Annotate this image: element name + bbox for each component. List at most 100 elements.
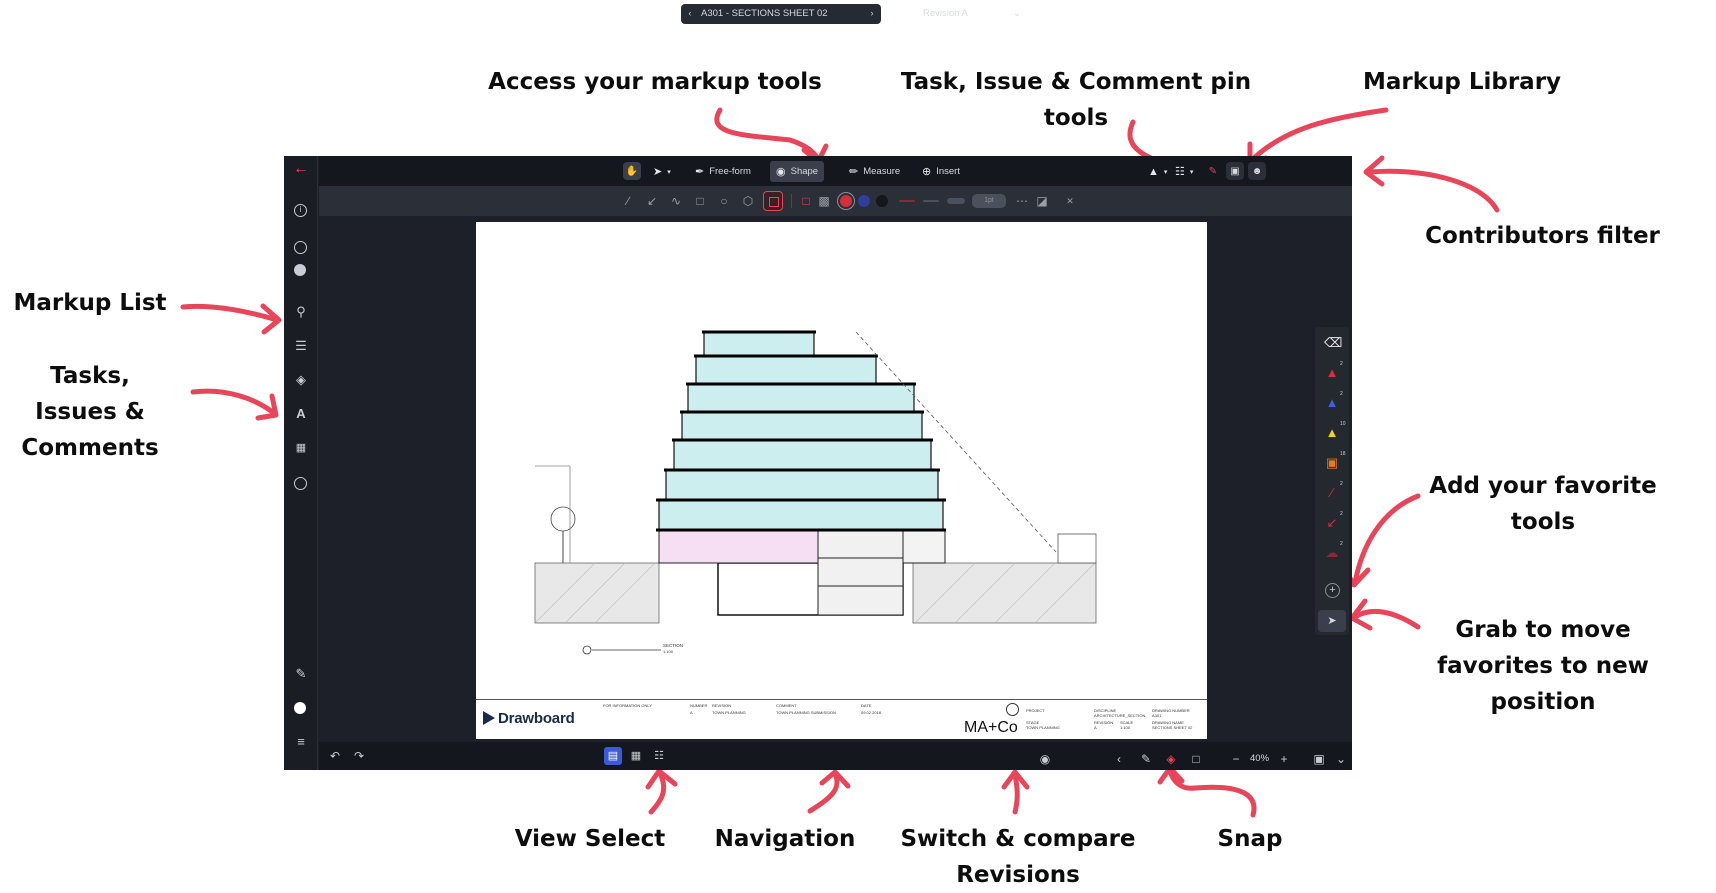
revision-select[interactable]: Revision A ⌄ <box>923 4 1025 24</box>
pan-tool-button[interactable]: ✋ <box>623 162 641 180</box>
scale-value: 1:100 <box>1120 725 1131 730</box>
previous-sheet-icon[interactable]: ‹ <box>683 4 697 24</box>
markup-library-button[interactable]: ☷ ▾ <box>1169 161 1199 182</box>
red-arrow-icon[interactable]: ↙ <box>1324 515 1340 531</box>
floor-2 <box>665 469 939 501</box>
drawing-sheet[interactable]: SECTION 1:100 Drawboard FOR INFORMATION … <box>476 222 1207 739</box>
line-style-thin[interactable] <box>923 200 939 202</box>
shape-tool-button[interactable]: ◉ Shape <box>770 161 825 182</box>
divider <box>791 194 792 208</box>
signature-icon[interactable]: ✎ <box>293 667 309 683</box>
black-swatch[interactable] <box>876 195 888 207</box>
title-block: Drawboard FOR INFORMATION ONLY NUMBER RE… <box>476 699 1207 739</box>
arrow-line-icon[interactable]: ↙ <box>645 194 659 208</box>
page-icon[interactable]: □ <box>1188 751 1204 767</box>
pencil-icon[interactable]: ✎ <box>1138 751 1154 767</box>
line-style-red[interactable] <box>899 200 915 202</box>
add-favorite-button[interactable]: + <box>1325 583 1340 598</box>
single-page-view-button[interactable]: ▤ <box>604 747 622 765</box>
blue-swatch[interactable] <box>858 195 870 207</box>
stack-icon[interactable]: ≡ <box>293 735 309 751</box>
insert-tool-button[interactable]: ⊕ Insert <box>916 161 966 182</box>
rectangle-icon[interactable]: □ <box>693 194 707 208</box>
line-icon[interactable]: ∕ <box>621 194 635 208</box>
eraser-icon[interactable]: ⌫ <box>1324 335 1342 351</box>
undo-icon[interactable]: ↶ <box>327 748 343 764</box>
label-snap: Snap <box>1217 826 1283 852</box>
more-options-icon[interactable]: ⌄ <box>1333 751 1349 767</box>
opacity-icon[interactable]: ◪ <box>1035 194 1049 208</box>
compare-revisions-icon[interactable]: ◉ <box>1037 751 1053 767</box>
select-tool-button[interactable]: ➤ ▾ <box>647 161 677 182</box>
red-line-icon[interactable]: ∕ <box>1324 485 1340 501</box>
label-switch-compare: Switch & compare Revisions <box>900 826 1136 888</box>
zoom-in-icon[interactable]: + <box>1276 751 1292 767</box>
favorite-badge: 2 <box>1340 391 1343 397</box>
blue-shape-icon[interactable]: ▲ <box>1324 395 1340 411</box>
previous-icon[interactable]: ‹ <box>1111 751 1127 767</box>
grid-view-button[interactable]: ☷ <box>650 747 668 765</box>
measure-tool-button[interactable]: ✏ Measure <box>843 161 906 182</box>
number-header: NUMBER <box>690 703 708 708</box>
fill-color-icon[interactable]: ▩ <box>817 194 831 208</box>
layers-icon[interactable]: ◈ <box>293 373 309 389</box>
stamp-icon[interactable]: ▣ <box>1324 455 1340 471</box>
more-icon[interactable]: ⋯ <box>1015 194 1029 208</box>
row-date: 09.02.2018 <box>861 710 882 715</box>
red-swatch[interactable] <box>840 195 852 207</box>
label-add-favorite: Add your favorite tools <box>1429 473 1657 535</box>
status-dot-icon[interactable] <box>294 702 306 714</box>
next-sheet-icon[interactable]: › <box>865 4 879 24</box>
info-icon[interactable]: i <box>294 204 307 217</box>
polyline-icon[interactable]: ∿ <box>669 194 683 208</box>
line-width-select[interactable]: 1pt <box>972 194 1006 208</box>
stroke-color-icon[interactable]: □ <box>799 194 813 208</box>
polygon-icon[interactable]: ⬡ <box>741 194 755 208</box>
arrow-view-select <box>645 768 678 815</box>
fit-page-icon[interactable]: ▣ <box>1311 751 1327 767</box>
continuous-view-button[interactable]: ▦ <box>627 747 645 765</box>
panel-toggle-button[interactable]: ▣ <box>1226 162 1244 180</box>
red-shape-icon[interactable]: ▲ <box>1324 365 1340 381</box>
markup-list-icon[interactable]: ☰ <box>293 339 309 355</box>
grab-handle[interactable]: ➤ <box>1318 610 1346 632</box>
cloud-shape-icon[interactable] <box>763 191 783 211</box>
ground-floor-retail <box>658 529 819 564</box>
label-markup-tools: Access your markup tools <box>488 69 822 95</box>
pin-tools-icon[interactable]: A <box>293 407 309 423</box>
section-scale: 1:100 <box>663 649 674 654</box>
label-tasks-issues-comments: Tasks, Issues & Comments <box>21 363 159 461</box>
tree <box>550 506 576 532</box>
snap-icon[interactable]: ◈ <box>1163 751 1179 767</box>
ellipse-icon[interactable]: ○ <box>717 194 731 208</box>
user-icon[interactable] <box>294 264 306 276</box>
label-grab-to-move: Grab to move favorites to new position <box>1437 617 1649 715</box>
neighbour-building <box>1057 533 1097 564</box>
back-arrow-icon[interactable]: ← <box>293 161 309 178</box>
red-cloud-icon[interactable]: ☁ <box>1324 545 1340 561</box>
freeform-tool-button[interactable]: ✒ Free-form <box>689 161 757 182</box>
pin-icon: ▲ <box>1148 165 1159 178</box>
zoom-out-icon[interactable]: − <box>1228 751 1244 767</box>
close-icon[interactable]: ✕ <box>1063 194 1077 208</box>
sheet-navigation[interactable]: ‹ A301 - SECTIONS SHEET 02 › <box>681 4 881 24</box>
yellow-shape-icon[interactable]: ▲ <box>1324 425 1340 441</box>
main-toolbar: ✋ ➤ ▾ ✒ Free-form ◉ Shape ✏ Measure ⊕ Insert … <box>319 156 1352 186</box>
contributors-filter-button[interactable]: ☻ <box>1248 162 1266 180</box>
chevron-down-icon: ▾ <box>1189 168 1194 176</box>
ground-right <box>912 562 1097 624</box>
redo-icon[interactable]: ↷ <box>351 748 367 764</box>
line-style-thick[interactable] <box>947 198 965 204</box>
floor-3 <box>673 439 932 471</box>
label-markup-library: Markup Library <box>1362 69 1562 95</box>
revision-header: REVISION <box>712 703 732 708</box>
floor-1 <box>658 499 944 531</box>
north-arrow-icon <box>1006 703 1019 716</box>
target-icon[interactable] <box>294 241 307 254</box>
apps-icon[interactable]: ▦ <box>293 441 309 457</box>
row-number: A <box>690 710 693 715</box>
search-icon[interactable]: ⚲ <box>293 305 309 321</box>
row-comment: TOWN PLANNING SUBMISSION <box>776 710 836 715</box>
comment-icon[interactable] <box>294 477 307 490</box>
review-button[interactable]: ✎ <box>1204 162 1222 180</box>
